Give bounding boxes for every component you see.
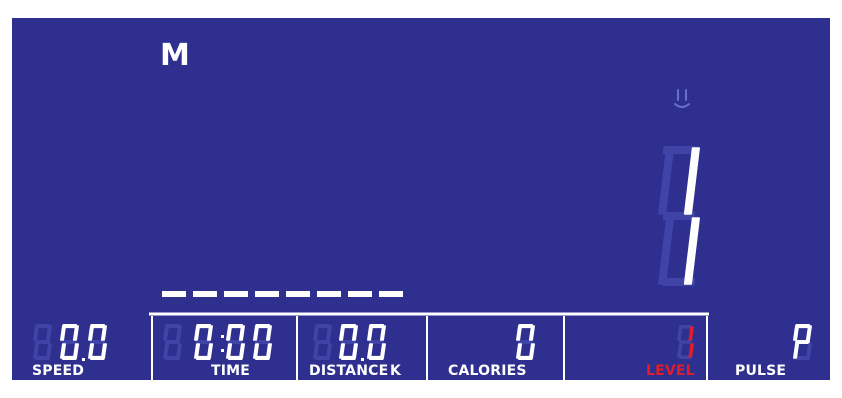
level-value-digit-seg-c xyxy=(688,343,694,358)
lcd-graphics xyxy=(33,89,812,380)
speed-value-digit-3 xyxy=(88,324,107,361)
resistance-level-digit-seg-c xyxy=(683,217,700,285)
resistance-level-digit xyxy=(658,146,700,286)
profile-bar-8 xyxy=(379,291,403,297)
speed-value-digit-2-seg-f xyxy=(60,325,67,341)
level-value-digit-seg-f xyxy=(677,326,683,341)
speed-decimal-point xyxy=(82,358,85,361)
time-value-digit-3-seg-c xyxy=(238,343,245,359)
level-label: LEVEL xyxy=(646,363,695,379)
time-value-digit-2-seg-c xyxy=(206,343,213,359)
speed-value-digit-1 xyxy=(33,324,52,361)
distance-value-digit-1 xyxy=(313,324,332,361)
distance-value-digit-2 xyxy=(339,324,358,361)
mode-indicator: M xyxy=(160,38,190,73)
time-value-digit-2 xyxy=(194,324,213,361)
time-label: TIME xyxy=(211,363,251,379)
distance-value-digit-2-seg-c xyxy=(351,343,358,359)
pulse-value-digit-seg-f xyxy=(793,325,800,341)
pulse-value-digit xyxy=(793,324,812,361)
lcd-display: M SPEED TIME DISTANCE K CALORIES LEVEL P… xyxy=(12,18,830,380)
profile-bar-4 xyxy=(255,291,279,297)
distance-value-digit-3-seg-f xyxy=(367,325,374,341)
speed-value-digit-3-seg-c xyxy=(100,343,107,359)
time-value-digit-4 xyxy=(253,324,272,361)
calories-value-digit-seg-c xyxy=(528,343,535,359)
profile-bar-1 xyxy=(162,291,186,297)
distance-unit-label: K xyxy=(390,363,402,379)
distance-value-digit-1-seg-c xyxy=(325,343,332,359)
calories-label: CALORIES xyxy=(448,363,527,379)
speed-value-digit-1-seg-f xyxy=(33,325,40,341)
heart-outline-icon xyxy=(674,89,690,108)
calories-value-digit xyxy=(516,324,535,361)
resistance-level-digit-seg-b xyxy=(683,147,700,215)
distance-value-digit-3 xyxy=(367,324,386,361)
pulse-value-digit-seg-c xyxy=(805,343,812,359)
speed-value-digit-2-seg-c xyxy=(72,343,79,359)
distance-value-digit-3-seg-c xyxy=(379,343,386,359)
profile-bar-7 xyxy=(348,291,372,297)
distance-decimal-point xyxy=(361,358,364,361)
time-value-digit-1-seg-c xyxy=(175,343,182,359)
profile-bar-5 xyxy=(286,291,310,297)
distance-value-digit-2-seg-f xyxy=(339,325,346,341)
time-value-digit-4-seg-f xyxy=(253,325,260,341)
speed-value-digit-3-seg-f xyxy=(88,325,95,341)
time-value-digit-4-seg-c xyxy=(265,343,272,359)
time-value-digit-1 xyxy=(163,324,182,361)
time-value-digit-1-seg-f xyxy=(163,325,170,341)
pulse-label: PULSE xyxy=(735,363,787,379)
speed-label: SPEED xyxy=(32,363,85,379)
profile-bar-6 xyxy=(317,291,341,297)
time-value-digit-3-seg-f xyxy=(226,325,233,341)
level-value-digit xyxy=(677,325,694,359)
profile-bar-3 xyxy=(224,291,248,297)
distance-value-digit-1-seg-f xyxy=(313,325,320,341)
time-value-digit-3 xyxy=(226,324,245,361)
speed-value-digit-2 xyxy=(60,324,79,361)
time-colon-top xyxy=(221,335,224,338)
distance-label: DISTANCE xyxy=(309,363,389,379)
speed-value-digit-1-seg-c xyxy=(45,343,52,359)
resistance-level-digit-seg-e xyxy=(658,217,675,285)
time-value-digit-2-seg-f xyxy=(194,325,201,341)
profile-bar-2 xyxy=(193,291,217,297)
time-colon-bottom xyxy=(221,349,224,352)
calories-value-digit-seg-f xyxy=(516,325,523,341)
resistance-level-digit-seg-f xyxy=(658,147,675,215)
